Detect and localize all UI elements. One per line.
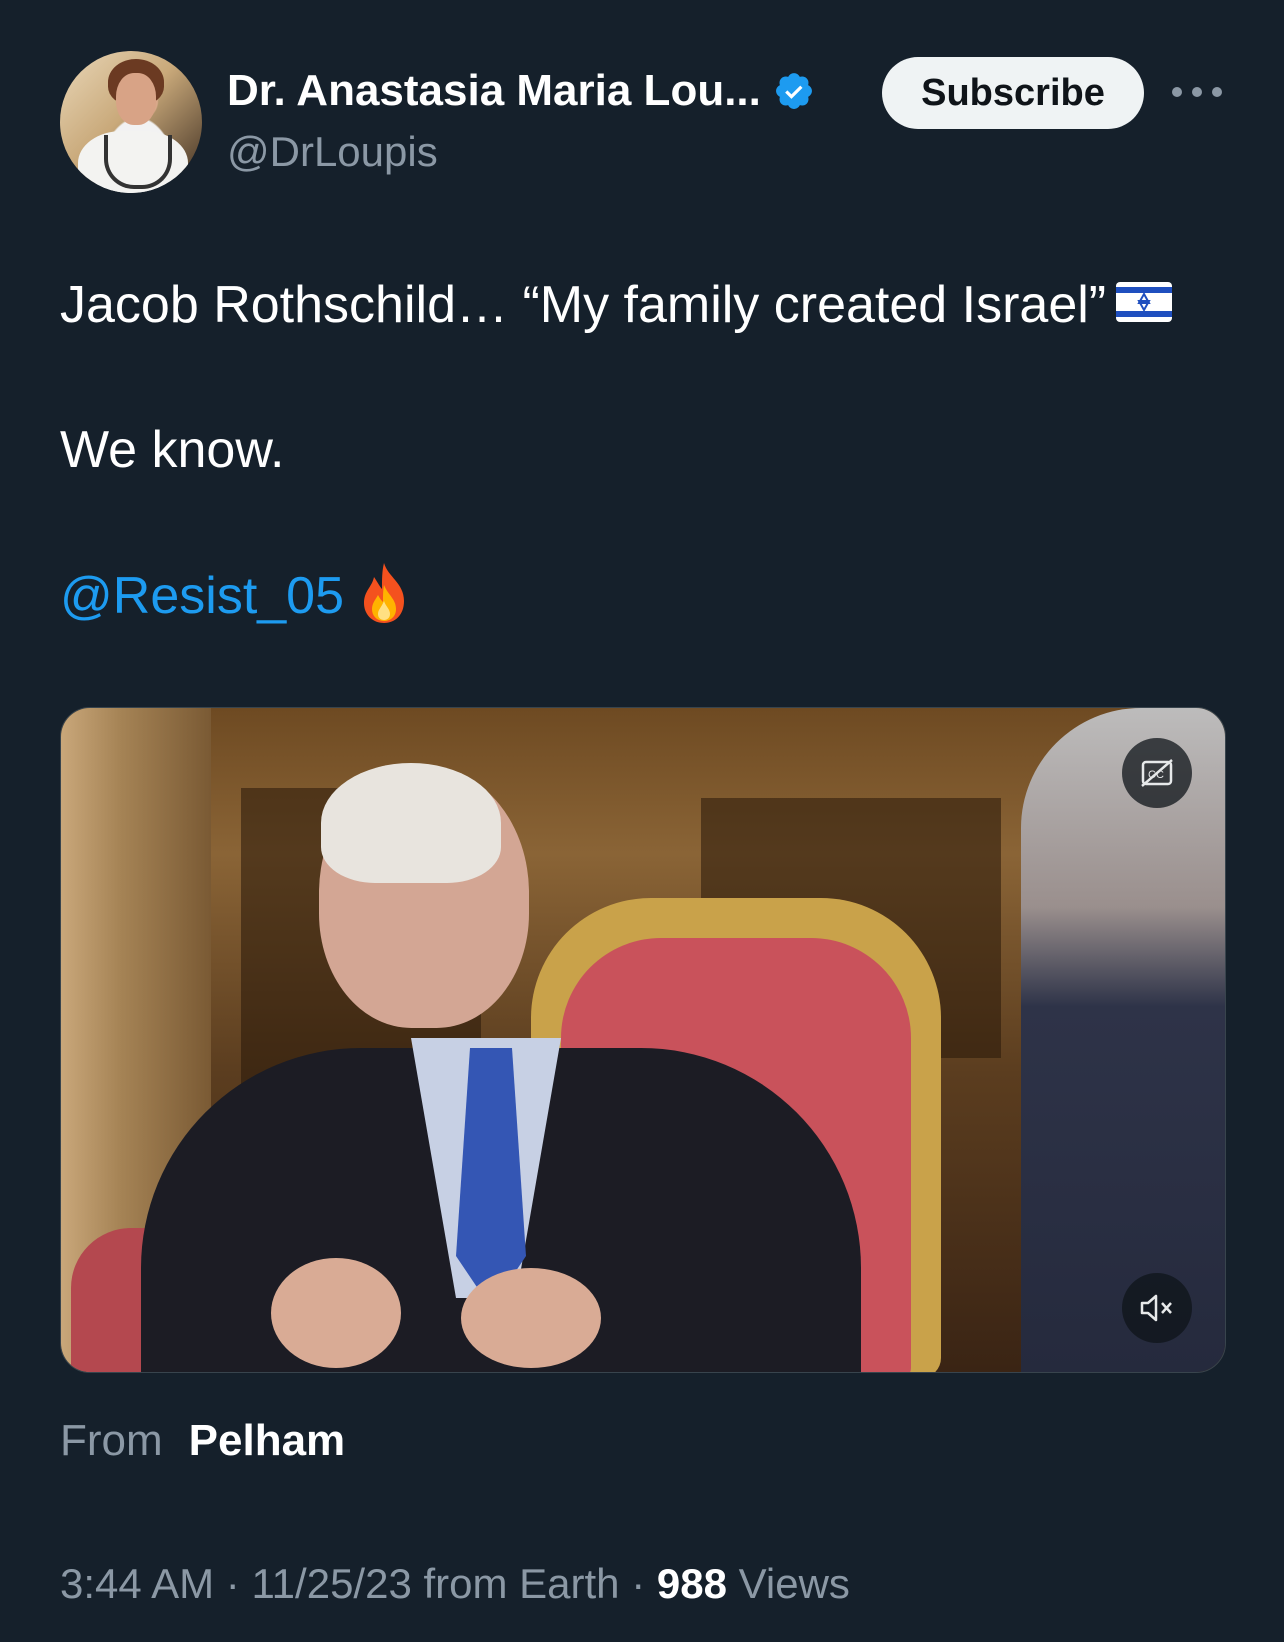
tweet-date[interactable]: 11/25/23: [251, 1560, 411, 1607]
tweet-time[interactable]: 3:44 AM: [60, 1560, 214, 1607]
captions-glyph: CC: [1141, 759, 1173, 787]
interviewer: [1021, 708, 1225, 1372]
speaker-hair: [321, 763, 501, 883]
speaker-hand: [461, 1268, 601, 1368]
tweet-client: from Earth: [411, 1560, 620, 1607]
muted-speaker-icon[interactable]: [1122, 1273, 1192, 1343]
speaker-hand: [271, 1258, 401, 1368]
views-count: 988: [656, 1560, 727, 1607]
more-dot: [1172, 87, 1182, 97]
avatar[interactable]: [60, 51, 202, 193]
mute-glyph: [1140, 1294, 1172, 1322]
author-name-row[interactable]: Dr. Anastasia Maria Lou...: [227, 66, 815, 116]
from-label: From: [60, 1416, 163, 1465]
more-options-icon[interactable]: [1172, 80, 1222, 104]
author-display-name[interactable]: Dr. Anastasia Maria Lou...: [227, 66, 761, 116]
location-name[interactable]: Pelham: [189, 1416, 346, 1465]
subscribe-button[interactable]: Subscribe: [882, 57, 1144, 129]
video-player[interactable]: CC: [60, 707, 1226, 1373]
verified-badge-icon: [775, 73, 812, 109]
more-dot: [1192, 87, 1202, 97]
israel-flag-icon: [1116, 282, 1173, 323]
tweet-meta: 3:44 AM · 11/25/23 from Earth · 988 View…: [60, 1560, 850, 1608]
separator: ·: [214, 1560, 252, 1607]
views-label: Views: [726, 1560, 850, 1607]
more-dot: [1212, 87, 1222, 97]
separator: ·: [619, 1560, 657, 1607]
fire-icon: [364, 563, 405, 624]
tweet-text: Jacob Rothschild… “My family created Isr…: [60, 272, 1240, 338]
tweet-line-3: @Resist_05: [60, 563, 410, 631]
tweet-line-1: Jacob Rothschild… “My family created Isr…: [60, 272, 1240, 338]
tweet-line-1-text: Jacob Rothschild… “My family created Isr…: [60, 276, 1107, 334]
tweet-line-2: We know.: [60, 421, 285, 479]
author-handle[interactable]: @DrLoupis: [227, 128, 438, 176]
location-row: From Pelham: [60, 1416, 345, 1466]
mention-link[interactable]: @Resist_05: [60, 567, 344, 625]
stethoscope-icon: [104, 135, 172, 189]
avatar-face: [116, 73, 156, 125]
captions-off-icon[interactable]: CC: [1122, 738, 1192, 808]
